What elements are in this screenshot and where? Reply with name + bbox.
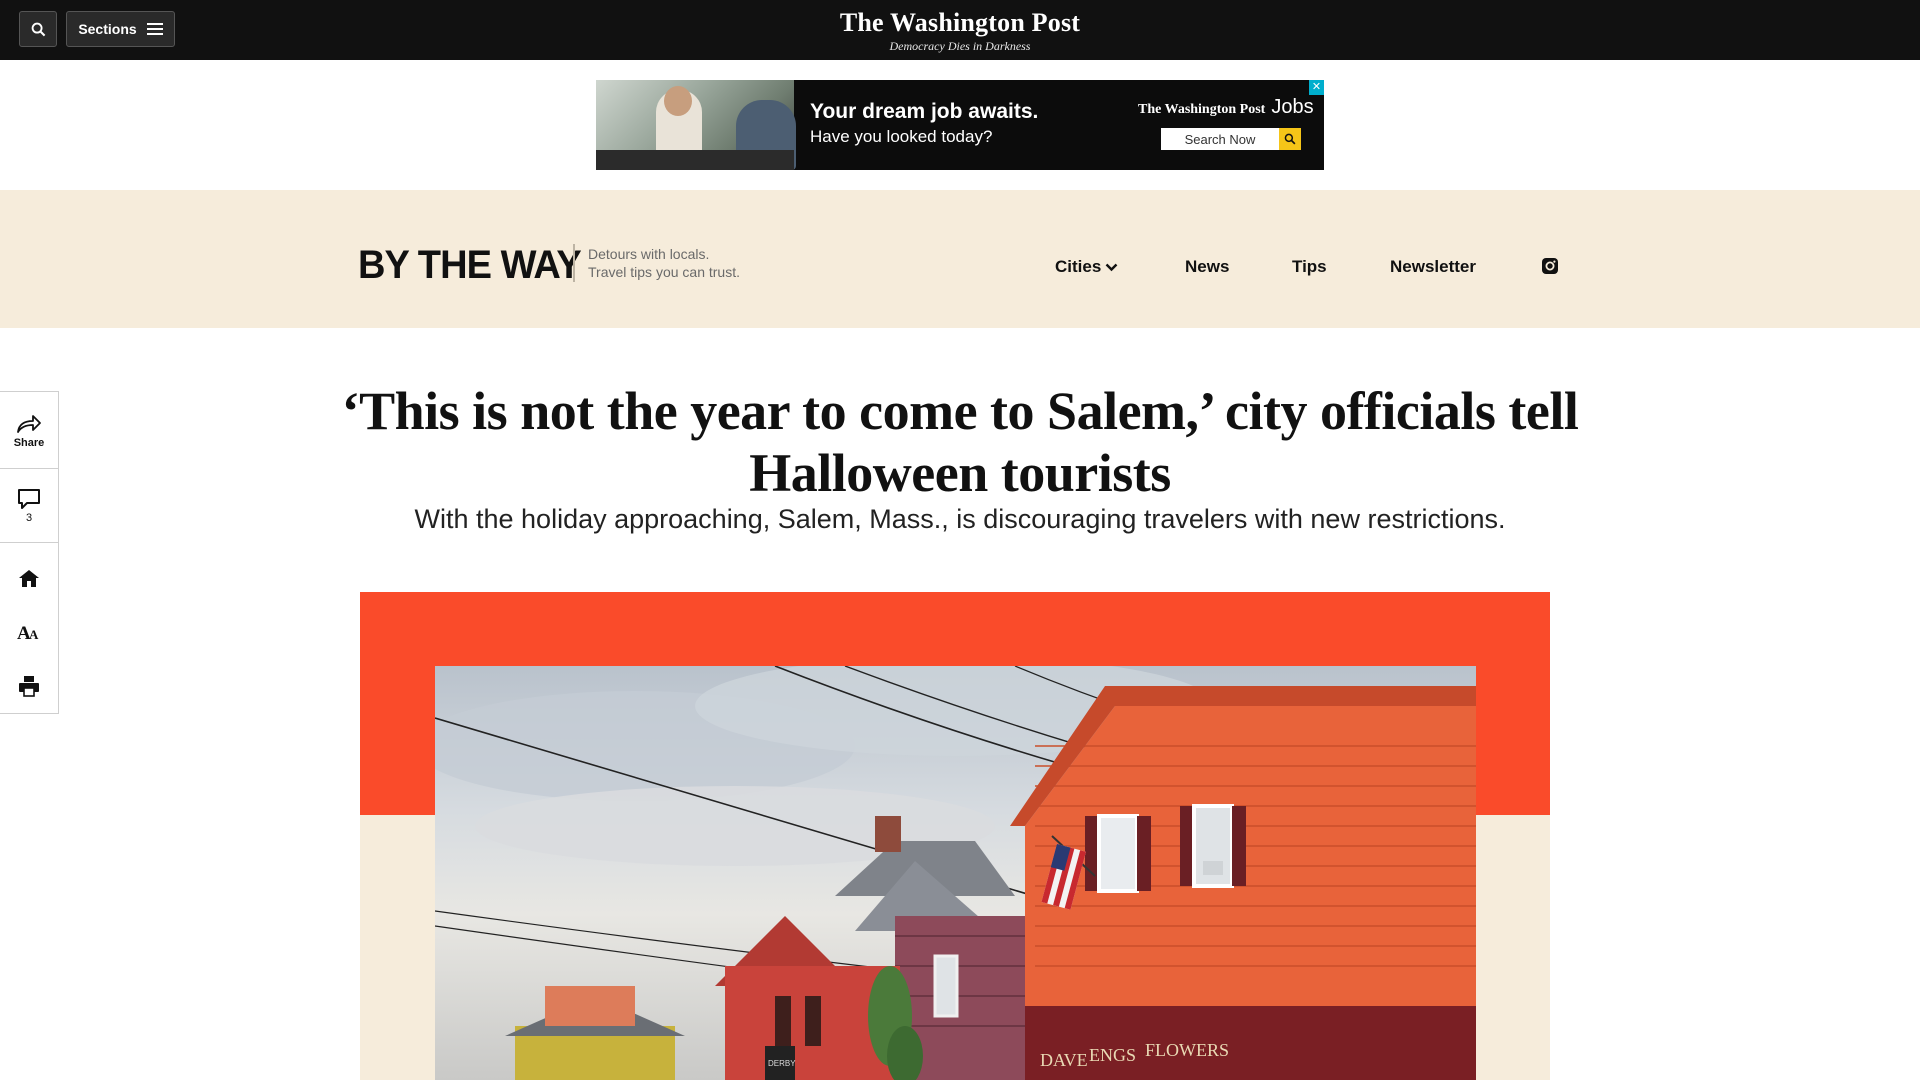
nav-newsletter[interactable]: Newsletter <box>1390 257 1476 277</box>
ad-close-icon[interactable]: ✕ <box>1309 80 1324 95</box>
photo-sign-flowers: FLOWERS <box>1145 1040 1229 1060</box>
banner-tagline: Detours with locals. Travel tips you can… <box>588 245 740 281</box>
ad-headline: Your dream job awaits. <box>810 100 1039 123</box>
ad-search-field[interactable]: Search Now <box>1161 128 1279 150</box>
by-the-way-logo[interactable]: BY THE WAY <box>358 245 582 285</box>
ad-photo-desk <box>596 150 794 170</box>
lead-photo[interactable]: DAVE ENGS FLOWERS DERBY <box>435 666 1476 1080</box>
nav-cities-label: Cities <box>1055 257 1102 276</box>
banner-tagline-line1: Detours with locals. <box>588 246 710 262</box>
comments-button[interactable]: 3 <box>0 482 58 530</box>
share-label: Share <box>13 436 45 449</box>
home-icon <box>19 570 39 587</box>
comment-icon <box>18 489 40 509</box>
search-icon <box>1284 133 1296 145</box>
text-size-button[interactable]: AA <box>0 618 58 646</box>
rail-divider <box>0 468 58 469</box>
print-icon <box>19 676 39 697</box>
home-button[interactable] <box>0 564 58 592</box>
comment-count: 3 <box>25 512 33 524</box>
photo-sign-dave: DAVE <box>1040 1050 1088 1070</box>
text-size-icon: AA <box>17 623 39 641</box>
article-tools-rail: Share 3 AA <box>0 391 59 714</box>
ad-photo <box>596 80 796 170</box>
ad-subline: Have you looked today? <box>810 127 993 146</box>
ad-photo-person-head <box>664 86 692 116</box>
top-navigation-bar: Sections The Washington Post Democracy D… <box>0 0 1920 60</box>
print-button[interactable] <box>0 672 58 700</box>
article-dek: With the holiday approaching, Salem, Mas… <box>414 504 1506 534</box>
instagram-link[interactable] <box>1541 257 1559 280</box>
chevron-down-icon <box>1105 263 1118 271</box>
ad-brand-logo: The Washington Post <box>1138 102 1266 117</box>
banner-tagline-line2: Travel tips you can trust. <box>588 264 740 280</box>
lead-photo-illustration: DAVE ENGS FLOWERS DERBY <box>435 666 1476 1080</box>
ad-brand: The Washington Post Jobs <box>1138 96 1314 119</box>
section-banner: BY THE WAY Detours with locals. Travel t… <box>0 190 1920 328</box>
instagram-icon <box>1542 258 1558 274</box>
photo-sign-engs: ENGS <box>1089 1045 1136 1065</box>
site-logo[interactable]: The Washington Post <box>0 8 1920 38</box>
advertisement-banner[interactable]: Your dream job awaits. Have you looked t… <box>596 80 1324 170</box>
rail-divider <box>0 542 58 543</box>
nav-news[interactable]: News <box>1185 257 1229 277</box>
masthead[interactable]: The Washington Post Democracy Dies in Da… <box>0 8 1920 54</box>
ad-search-go-button[interactable] <box>1279 128 1301 150</box>
share-icon <box>17 414 41 433</box>
svg-text:A: A <box>29 627 39 641</box>
nav-cities[interactable]: Cities <box>1055 257 1118 277</box>
article-headline: ‘This is not the year to come to Salem,’… <box>341 381 1579 503</box>
banner-divider <box>573 244 575 282</box>
ad-brand-suffix: Jobs <box>1271 96 1314 118</box>
photo-sign-derby: DERBY <box>768 1059 796 1068</box>
site-tagline: Democracy Dies in Darkness <box>889 39 1031 53</box>
nav-tips[interactable]: Tips <box>1292 257 1327 277</box>
share-button[interactable]: Share <box>0 406 58 456</box>
